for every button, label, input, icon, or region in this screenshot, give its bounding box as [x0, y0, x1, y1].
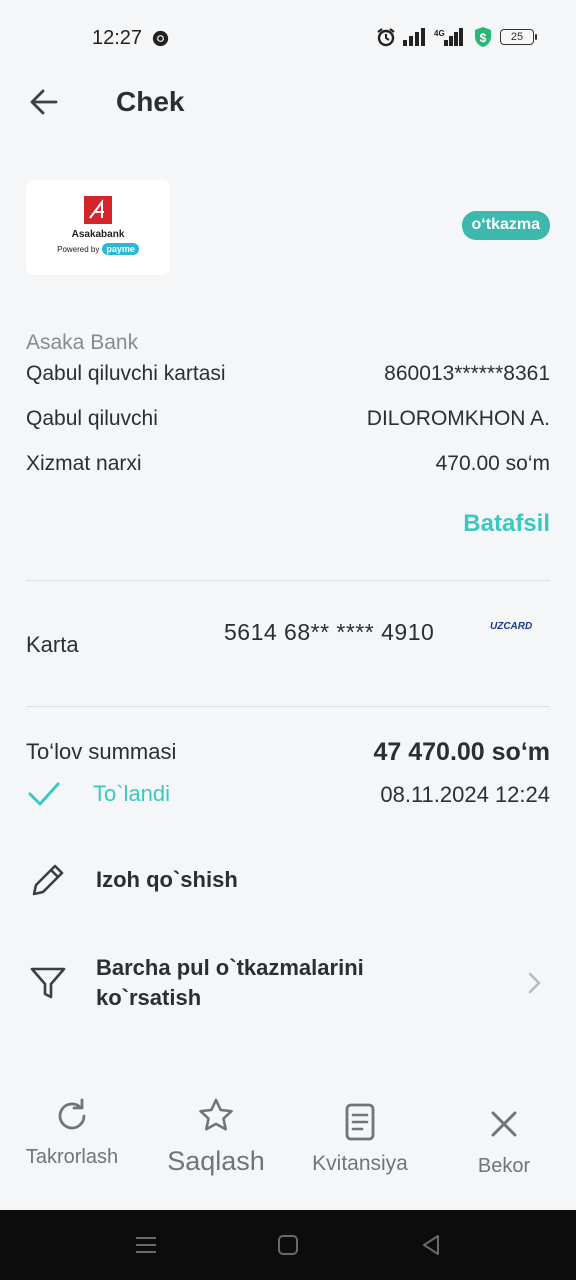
receipt-button[interactable]: Kvitansiya	[288, 1092, 432, 1192]
cancel-label: Bekor	[477, 1155, 531, 1177]
save-button[interactable]: Saqlash	[144, 1092, 288, 1192]
show-all-transfers-line2: ko`rsatish	[96, 985, 202, 1010]
alarm-icon	[377, 28, 395, 47]
signal-icon	[403, 28, 425, 46]
battery-icon: 25	[500, 29, 537, 45]
add-comment-label: Izoh qo`shish	[96, 867, 238, 892]
status-icons: 4G $ 25	[376, 26, 537, 48]
4g-signal-icon: 4G	[434, 28, 463, 46]
filter-icon	[30, 967, 66, 999]
merchant-logo: Asakabank Powered by payme	[26, 180, 170, 275]
payme-brand: payme	[102, 243, 139, 255]
home-icon[interactable]	[275, 1232, 301, 1258]
svg-text:$: $	[480, 31, 487, 45]
payment-status: To`landi	[93, 781, 171, 806]
powered-by: Powered by payme	[26, 243, 170, 255]
recipient-value: DILOROMKHON A.	[366, 407, 550, 430]
repeat-icon	[58, 1098, 86, 1130]
shield-dollar-icon: $	[475, 27, 491, 47]
save-label: Saqlash	[167, 1146, 265, 1176]
cancel-button[interactable]: Bekor	[432, 1092, 576, 1192]
page-title: Chek	[116, 86, 185, 117]
transfer-type-badge: o‘tkazma	[461, 211, 550, 240]
add-comment-button[interactable]: Izoh qo`shish	[0, 850, 576, 910]
pencil-icon	[32, 864, 64, 896]
divider	[26, 706, 550, 707]
show-all-transfers-button[interactable]: Barcha pul o`tkazmalarini ko`rsatish	[0, 945, 576, 1021]
receipt-icon	[345, 1103, 375, 1141]
bank-name: Asaka Bank	[26, 331, 139, 354]
card-label: Karta	[26, 632, 79, 657]
close-icon	[491, 1111, 517, 1137]
receipt-label: Kvitansiya	[312, 1152, 408, 1175]
repeat-button[interactable]: Takrorlash	[0, 1092, 144, 1192]
divider	[26, 580, 550, 581]
show-all-transfers-label: Barcha pul o`tkazmalarini ko`rsatish	[96, 953, 364, 1013]
back-nav-icon[interactable]	[418, 1232, 444, 1258]
recipient-card-label: Qabul qiluvchi kartasi	[26, 362, 226, 385]
asakabank-logo-icon	[84, 196, 112, 224]
payment-amount-label: To‘lov summasi	[26, 739, 177, 764]
service-fee-label: Xizmat narxi	[26, 452, 142, 475]
logo-bank-name: Asakabank	[71, 229, 125, 240]
arrow-left-icon[interactable]	[26, 84, 62, 120]
recipient-label: Qabul qiluvchi	[26, 407, 158, 430]
status-time: 12:27	[92, 27, 143, 49]
check-icon	[28, 782, 60, 806]
payment-amount: 47 470.00 so‘m	[373, 738, 550, 766]
payment-datetime: 08.11.2024 12:24	[380, 782, 550, 807]
menu-icon[interactable]	[133, 1232, 159, 1258]
chevron-right-icon	[528, 972, 541, 994]
uzcard-logo-icon: UZCARD	[490, 621, 533, 632]
powered-by-text: Powered by	[57, 245, 100, 254]
details-link[interactable]: Batafsil	[463, 510, 550, 538]
chrome-icon	[152, 30, 169, 47]
repeat-label: Takrorlash	[25, 1146, 119, 1168]
service-fee-value: 470.00 so‘m	[435, 452, 550, 475]
card-number: 5614 68** **** 4910	[224, 619, 435, 645]
svg-text:4G: 4G	[434, 29, 445, 38]
star-icon	[199, 1098, 233, 1131]
recipient-card-value: 860013******8361	[384, 362, 550, 385]
show-all-transfers-line1: Barcha pul o`tkazmalarini	[96, 955, 364, 980]
system-nav-bar	[0, 1210, 576, 1280]
